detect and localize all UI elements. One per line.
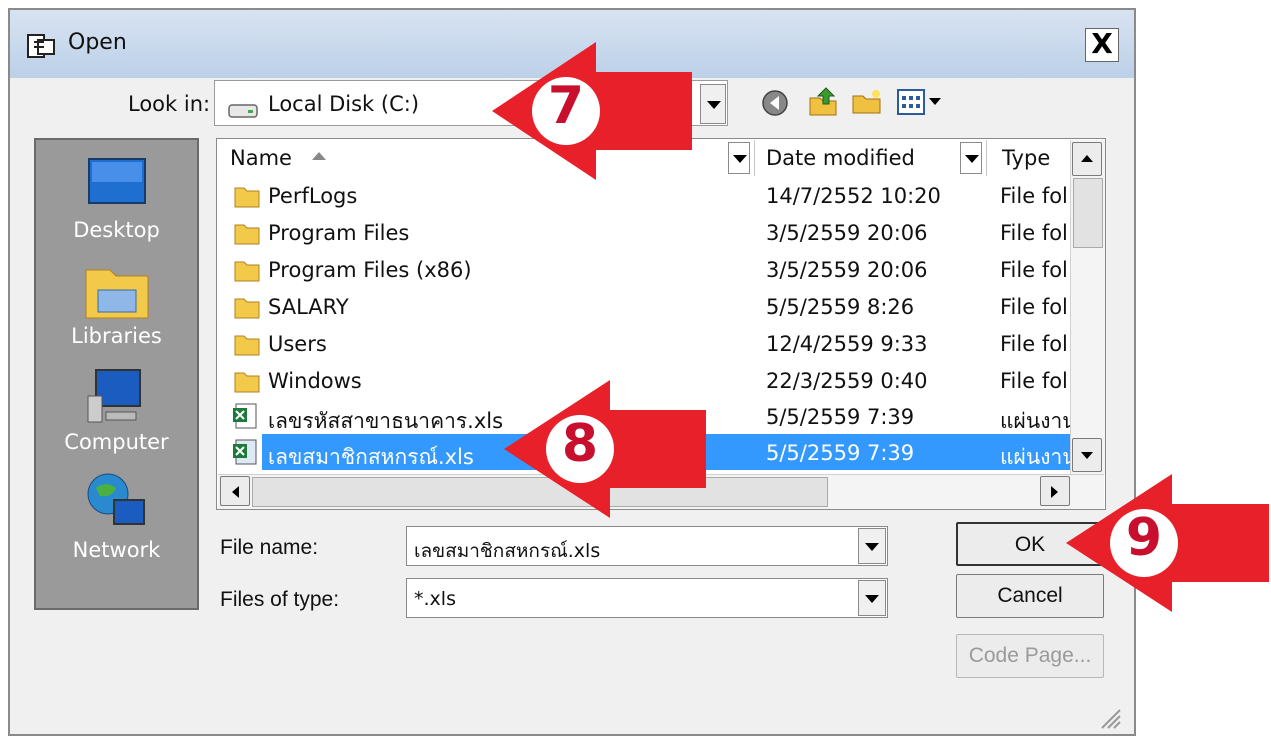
excel-file-icon xyxy=(233,403,257,429)
file-date: 3/5/2559 20:06 xyxy=(766,221,928,245)
scroll-left-button[interactable] xyxy=(220,476,250,506)
file-date: 5/5/2559 8:26 xyxy=(766,295,915,319)
folder-icon xyxy=(234,224,260,245)
folder-icon xyxy=(234,372,260,393)
file-name: Program Files xyxy=(268,221,410,245)
chevron-down-icon xyxy=(707,101,721,109)
file-name: Windows xyxy=(268,369,362,393)
file-type-label: Files of type: xyxy=(220,588,340,611)
folder-icon xyxy=(234,187,260,208)
chevron-down-icon xyxy=(1081,452,1093,459)
file-date: 12/4/2559 9:33 xyxy=(766,332,928,356)
scroll-up-button[interactable] xyxy=(1072,142,1102,176)
window-title: Open xyxy=(68,30,127,55)
drive-icon xyxy=(228,104,258,118)
annotation-number-8: 8 xyxy=(561,414,599,474)
libraries-icon[interactable] xyxy=(82,260,152,322)
file-type: แผ่นงาน xyxy=(1000,409,1070,433)
date-column-filter-button[interactable] xyxy=(960,142,982,174)
folder-icon xyxy=(234,261,260,282)
folder-icon xyxy=(234,298,260,319)
file-type-select[interactable] xyxy=(406,578,888,618)
sort-ascending-icon xyxy=(312,152,326,160)
folder-icon xyxy=(234,335,260,356)
column-type[interactable]: Type xyxy=(1002,146,1050,170)
column-date-modified[interactable]: Date modified xyxy=(766,146,915,170)
chevron-down-icon xyxy=(865,595,879,603)
resize-grip-icon[interactable] xyxy=(1098,706,1122,730)
file-date: 22/3/2559 0:40 xyxy=(766,369,928,393)
file-date: 14/7/2552 10:20 xyxy=(766,184,941,208)
place-desktop[interactable]: Desktop xyxy=(34,218,199,242)
file-name: เลขสมาชิกสหกรณ์.xls xyxy=(268,445,474,469)
file-name-dropdown-button[interactable] xyxy=(858,528,886,564)
file-type: File fol xyxy=(1000,184,1068,208)
column-divider xyxy=(754,140,755,176)
file-type: File fol xyxy=(1000,258,1068,282)
look-in-dropdown-button[interactable] xyxy=(700,84,726,124)
file-name: Program Files (x86) xyxy=(268,258,472,282)
up-folder-icon[interactable] xyxy=(806,84,840,118)
file-name-label: File name: xyxy=(220,536,319,559)
file-date: 5/5/2559 7:39 xyxy=(766,405,915,429)
chevron-left-icon xyxy=(232,486,239,498)
file-date: 5/5/2559 7:39 xyxy=(766,441,915,465)
file-type: File fol xyxy=(1000,295,1068,319)
scroll-thumb[interactable] xyxy=(1073,178,1103,248)
file-type: File fol xyxy=(1000,221,1068,245)
excel-file-icon xyxy=(233,439,257,465)
file-type-value: *.xls xyxy=(414,588,456,610)
file-name: Users xyxy=(268,332,327,356)
column-name[interactable]: Name xyxy=(230,146,292,170)
close-button[interactable]: X xyxy=(1085,28,1119,62)
new-folder-icon[interactable] xyxy=(850,86,884,116)
look-in-label: Look in: xyxy=(128,92,211,116)
file-type-dropdown-button[interactable] xyxy=(858,580,886,616)
file-type: แผ่นงาน xyxy=(1000,445,1070,469)
network-icon[interactable] xyxy=(84,470,150,534)
place-computer[interactable]: Computer xyxy=(34,430,199,454)
file-name: เลขรหัสสาขาธนาคาร.xls xyxy=(268,409,504,433)
file-name-value: เลขสมาชิกสหกรณ์.xls xyxy=(414,540,601,562)
open-folder-icon xyxy=(27,34,55,58)
back-icon[interactable] xyxy=(760,88,790,118)
chevron-down-icon xyxy=(865,543,879,551)
computer-icon[interactable] xyxy=(86,366,148,426)
code-page-button: Code Page... xyxy=(956,634,1104,678)
file-name: PerfLogs xyxy=(268,184,358,208)
annotation-number-9: 9 xyxy=(1125,508,1163,568)
scroll-down-button[interactable] xyxy=(1072,438,1102,472)
chevron-up-icon xyxy=(1081,155,1093,162)
file-date: 3/5/2559 20:06 xyxy=(766,258,928,282)
name-column-filter-button[interactable] xyxy=(728,142,750,174)
file-name: SALARY xyxy=(268,295,349,319)
chevron-down-icon xyxy=(733,155,747,163)
chevron-right-icon xyxy=(1051,486,1058,498)
views-menu-icon[interactable] xyxy=(896,88,946,116)
annotation-number-7: 7 xyxy=(547,76,585,136)
look-in-value: Local Disk (C:) xyxy=(268,92,420,116)
chevron-down-icon xyxy=(965,155,979,163)
desktop-icon[interactable] xyxy=(86,156,148,210)
column-divider xyxy=(986,140,987,176)
place-libraries[interactable]: Libraries xyxy=(34,324,199,348)
file-type: File fol xyxy=(1000,369,1068,393)
place-network[interactable]: Network xyxy=(34,538,199,562)
file-type: File fol xyxy=(1000,332,1068,356)
